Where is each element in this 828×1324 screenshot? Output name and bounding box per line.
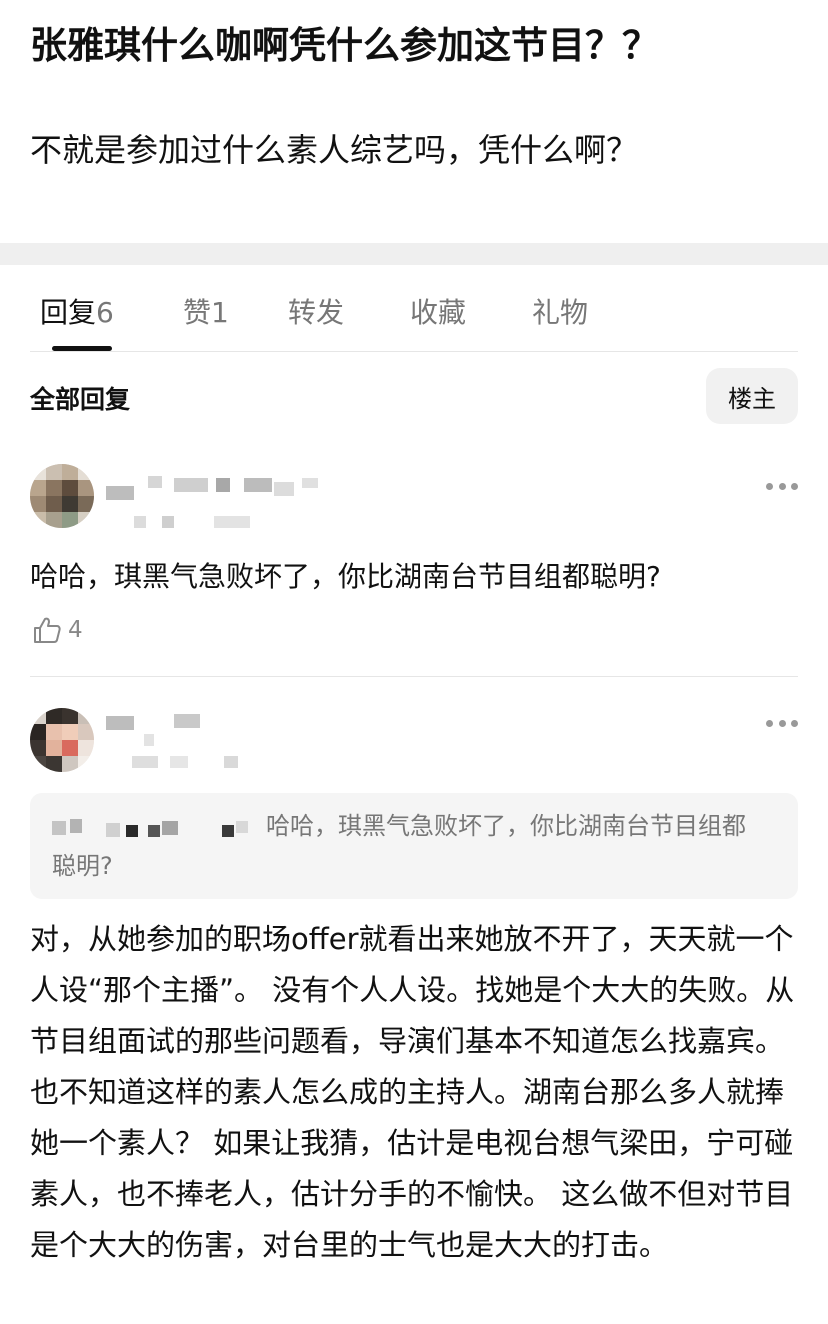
tab-gifts[interactable]: 礼物	[532, 291, 588, 331]
quoted-comment[interactable]: 哈哈，琪黑气急败坏了，你比湖南台节目组都聪明?	[30, 793, 798, 899]
post-body: 不就是参加过什么素人综艺吗，凭什么啊？	[30, 131, 639, 169]
post-title: 张雅琪什么咖啊凭什么参加这节目？？	[30, 24, 659, 67]
comment-1-text: 哈哈，琪黑气急败坏了，你比湖南台节目组都聪明?	[30, 560, 661, 593]
tab-replies-label: 回复	[40, 296, 97, 329]
comment-1-like-button[interactable]: 4	[32, 615, 83, 645]
all-replies-label: 全部回复	[30, 385, 131, 414]
comments-divider	[30, 676, 798, 677]
blurred-username	[106, 714, 238, 768]
tab-reposts-label: 转发	[288, 296, 345, 329]
tab-favorites-label: 收藏	[410, 296, 467, 329]
comment-2-text: 对，从她参加的职场offer就看出来她放不开了，天天就一个人设“那个主播”。 没…	[30, 922, 795, 1262]
tab-gifts-label: 礼物	[532, 296, 589, 329]
quoted-author-blurred	[52, 817, 266, 837]
blurred-avatar-icon[interactable]	[30, 464, 94, 528]
blurred-avatar-icon[interactable]	[30, 708, 94, 772]
tab-likes-count: 1	[211, 296, 229, 329]
comment-1-more-icon[interactable]	[766, 479, 798, 493]
thumbs-up-icon	[34, 617, 61, 643]
section-separator	[0, 243, 828, 265]
comment-2-more-icon[interactable]	[766, 716, 798, 730]
tab-replies[interactable]: 回复6	[40, 291, 114, 331]
op-only-button[interactable]: 楼主	[706, 368, 798, 424]
tab-likes-label: 赞	[183, 296, 212, 329]
tab-reposts[interactable]: 转发	[288, 291, 344, 331]
comment-1-like-count: 4	[68, 617, 83, 643]
tab-replies-count: 6	[96, 296, 114, 329]
quoted-comment-body: 哈哈，琪黑气急败坏了，你比湖南台节目组都聪明?	[52, 807, 768, 886]
tab-likes[interactable]: 赞1	[183, 291, 229, 331]
tab-favorites[interactable]: 收藏	[410, 291, 466, 331]
tab-bar: 回复6 赞1 转发 收藏 礼物	[0, 285, 828, 355]
blurred-username	[106, 476, 318, 528]
tabs-divider	[30, 351, 798, 352]
